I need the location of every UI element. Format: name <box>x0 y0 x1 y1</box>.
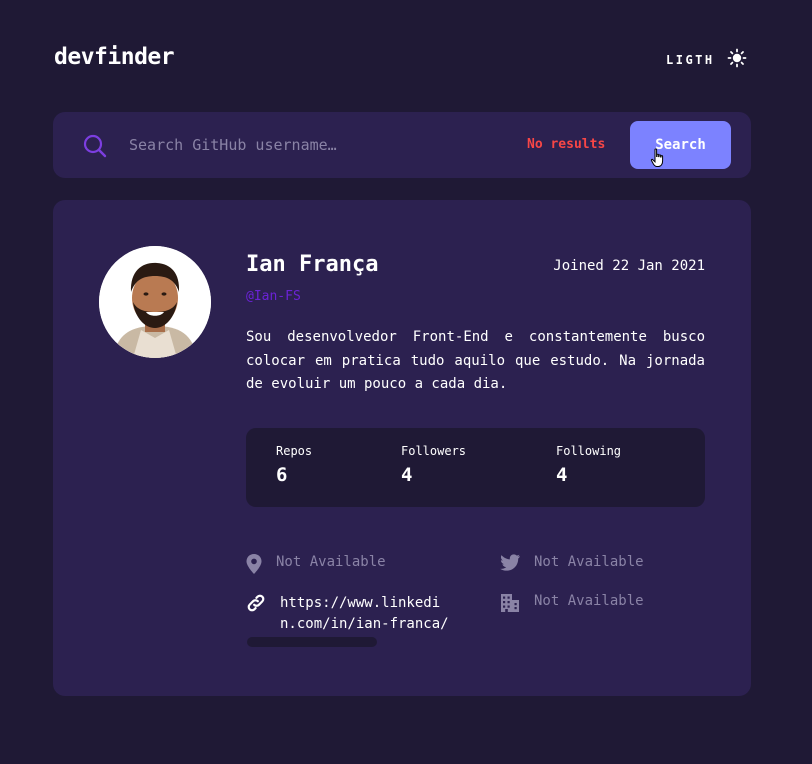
blog-scrollbar[interactable] <box>247 637 377 647</box>
twitter-item: Not Available <box>500 554 644 575</box>
profile-name: Ian França <box>246 252 379 277</box>
sun-icon <box>727 48 747 72</box>
stat-followers: Followers 4 <box>401 444 466 486</box>
stats-panel: Repos 6 Followers 4 Following 4 <box>246 428 705 507</box>
twitter-icon <box>500 554 520 575</box>
location-pin-icon <box>246 554 262 578</box>
theme-toggle-label: LIGTH <box>666 53 715 67</box>
stat-following: Following 4 <box>556 444 621 486</box>
app-root: devfinder LIGTH Search GitHub username… … <box>0 0 812 764</box>
blog-link[interactable]: https://www.linkedin.com/in/ian-franca/ <box>280 593 450 635</box>
theme-toggle[interactable]: LIGTH <box>666 48 747 72</box>
stat-repos-label: Repos <box>276 444 313 458</box>
company-item: Not Available <box>500 593 644 617</box>
company-text: Not Available <box>534 593 644 609</box>
stat-followers-label: Followers <box>401 444 467 458</box>
twitter-text: Not Available <box>534 554 644 570</box>
profile-handle-link[interactable]: @Ian-FS <box>246 289 301 304</box>
stat-repos-value: 6 <box>276 464 288 486</box>
profile-bio: Sou desenvolvedor Front-End e constantem… <box>246 329 705 392</box>
stat-following-label: Following <box>556 444 622 458</box>
stat-repos: Repos 6 <box>276 444 312 486</box>
location-item: Not Available <box>246 554 386 578</box>
no-results-message: No results <box>527 137 606 152</box>
stat-followers-value: 4 <box>401 464 413 486</box>
search-button[interactable]: Search <box>630 121 731 169</box>
search-bar: No results Search <box>53 112 751 178</box>
search-icon <box>83 134 107 162</box>
blog-item: https://www.linkedin.com/in/ian-franca/ <box>246 593 450 635</box>
location-text: Not Available <box>276 554 386 570</box>
profile-card: Ian França Joined 22 Jan 2021 @Ian-FS So… <box>53 200 751 696</box>
logo: devfinder <box>54 44 175 70</box>
avatar <box>99 246 211 358</box>
link-icon <box>246 593 266 617</box>
joined-date: Joined 22 Jan 2021 <box>553 258 705 274</box>
stat-following-value: 4 <box>556 464 568 486</box>
building-icon <box>500 593 520 617</box>
search-input[interactable] <box>129 132 509 158</box>
